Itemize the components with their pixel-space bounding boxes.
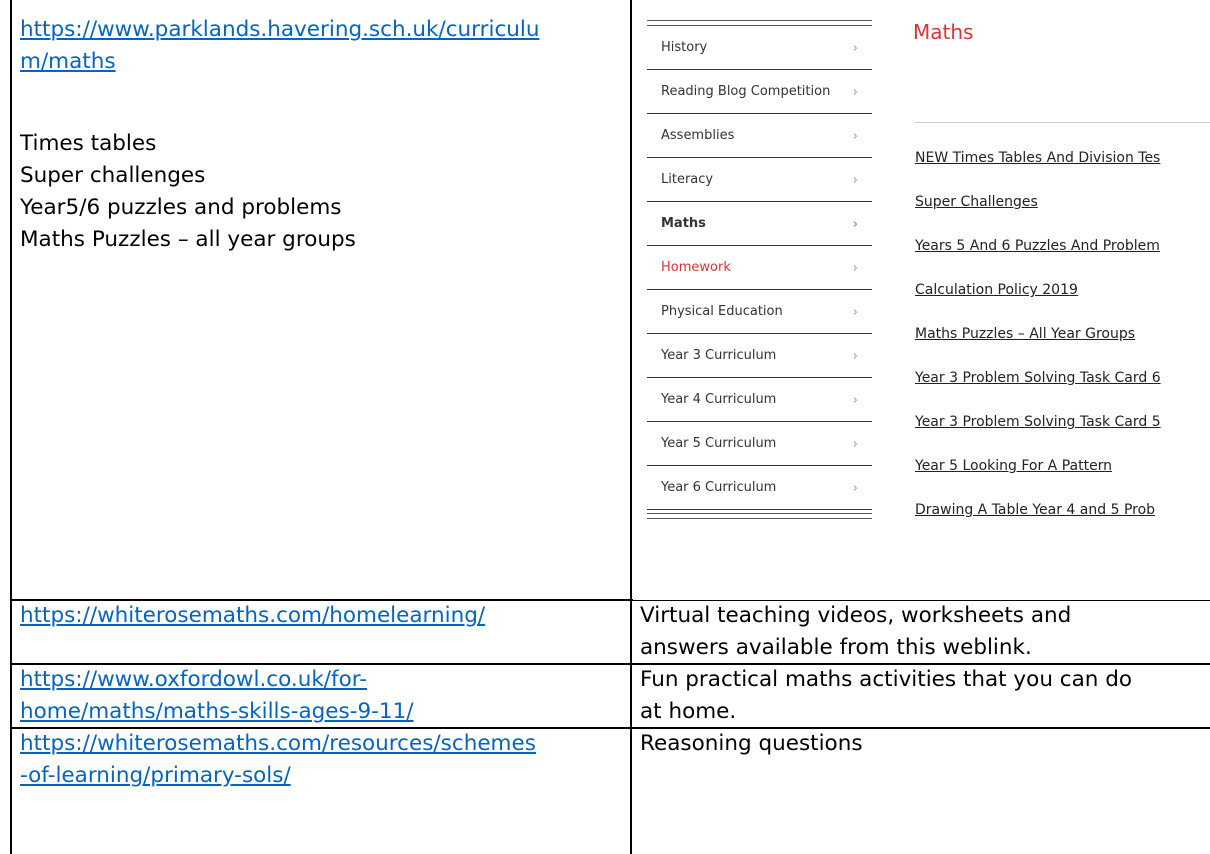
chevron-right-icon: › — [852, 436, 858, 452]
content-link[interactable]: Drawing A Table Year 4 and 5 Prob — [915, 502, 1155, 518]
sidebar-item-label: History — [661, 40, 708, 55]
content-link[interactable]: Super Challenges — [915, 194, 1038, 210]
sidebar-item-assemblies[interactable]: Assemblies › — [647, 114, 872, 158]
sidebar-item-history[interactable]: History › — [647, 26, 872, 70]
content-link[interactable]: Calculation Policy 2019 — [915, 282, 1078, 298]
sidebar-item-year-5-curriculum[interactable]: Year 5 Curriculum › — [647, 422, 872, 466]
content-link[interactable]: Year 3 Problem Solving Task Card 6 — [915, 370, 1161, 386]
content-link[interactable]: Maths Puzzles – All Year Groups — [915, 326, 1135, 342]
sidebar-item-label: Literacy — [661, 172, 714, 187]
sidebar-item-label: Maths — [661, 216, 706, 231]
sidebar-item-physical-education[interactable]: Physical Education › — [647, 290, 872, 334]
sidebar-item-label: Year 3 Curriculum — [661, 348, 777, 363]
row1-item: Year5/6 puzzles and problems — [20, 195, 342, 220]
oxfordowl-maths-link-cont[interactable]: home/maths/maths-skills-ages-9-11/ — [20, 696, 414, 728]
table-divider-vertical — [630, 0, 632, 854]
chevron-right-icon: › — [852, 304, 858, 320]
parklands-maths-link-cont[interactable]: m/maths — [20, 46, 116, 78]
parklands-maths-link[interactable]: https://www.parklands.havering.sch.uk/cu… — [20, 14, 540, 46]
sidebar-item-label: Year 4 Curriculum — [661, 392, 777, 407]
whiterose-sols-link-cont[interactable]: -of-learning/primary-sols/ — [20, 760, 291, 792]
sidebar-item-homework[interactable]: Homework › — [647, 246, 872, 290]
sidebar-item-year-4-curriculum[interactable]: Year 4 Curriculum › — [647, 378, 872, 422]
row3-description: Fun practical maths activities that you … — [640, 667, 1133, 692]
row3-description-cont: at home. — [640, 699, 737, 724]
content-link[interactable]: Year 3 Problem Solving Task Card 5 — [915, 414, 1161, 430]
sidebar-item-reading-blog-competition[interactable]: Reading Blog Competition › — [647, 70, 872, 114]
chevron-right-icon: › — [852, 260, 858, 276]
sidebar-menu: History › Reading Blog Competition › Assembl… — [647, 20, 872, 519]
whiterose-sols-link[interactable]: https://whiterosemaths.com/resources/sch… — [20, 728, 536, 760]
chevron-right-icon: › — [852, 348, 858, 364]
chevron-right-icon: › — [852, 216, 858, 232]
row2-description-cont: answers available from this weblink. — [640, 635, 1032, 660]
row2-description: Virtual teaching videos, worksheets and — [640, 603, 1072, 628]
oxfordowl-maths-link[interactable]: https://www.oxfordowl.co.uk/for- — [20, 664, 367, 696]
sidebar-item-label: Physical Education — [661, 304, 783, 319]
chevron-right-icon: › — [852, 480, 858, 496]
title-divider — [915, 122, 1210, 123]
sidebar-item-label: Year 6 Curriculum — [661, 480, 777, 495]
chevron-right-icon: › — [852, 40, 858, 56]
sidebar-item-year-3-curriculum[interactable]: Year 3 Curriculum › — [647, 334, 872, 378]
chevron-right-icon: › — [852, 392, 858, 408]
row4-description: Reasoning questions — [640, 731, 863, 756]
content-link[interactable]: NEW Times Tables And Division Tes — [915, 150, 1160, 166]
chevron-right-icon: › — [852, 84, 858, 100]
content-link[interactable]: Years 5 And 6 Puzzles And Problem — [915, 238, 1160, 254]
content-link[interactable]: Year 5 Looking For A Pattern — [915, 458, 1112, 474]
sidebar-item-literacy[interactable]: Literacy › — [647, 158, 872, 202]
chevron-right-icon: › — [852, 128, 858, 144]
sidebar-item-year-6-curriculum[interactable]: Year 6 Curriculum › — [647, 466, 872, 510]
row1-item: Maths Puzzles – all year groups — [20, 227, 356, 252]
sidebar-item-label: Homework — [661, 260, 731, 275]
sidebar-item-label: Assemblies — [661, 128, 735, 143]
sidebar-item-maths[interactable]: Maths › — [647, 202, 872, 246]
whiterose-homelearning-link[interactable]: https://whiterosemaths.com/homelearning/ — [20, 600, 485, 632]
maths-page-screenshot: History › Reading Blog Competition › Assembl… — [633, 14, 1210, 600]
row1-item: Times tables — [20, 131, 157, 156]
sidebar-item-label: Year 5 Curriculum — [661, 436, 777, 451]
sidebar-item-label: Reading Blog Competition — [661, 84, 831, 99]
table-border-left — [10, 0, 12, 854]
menu-bottom-rule — [647, 513, 872, 519]
row1-item: Super challenges — [20, 163, 206, 188]
chevron-right-icon: › — [852, 172, 858, 188]
page-title: Maths — [913, 20, 974, 44]
